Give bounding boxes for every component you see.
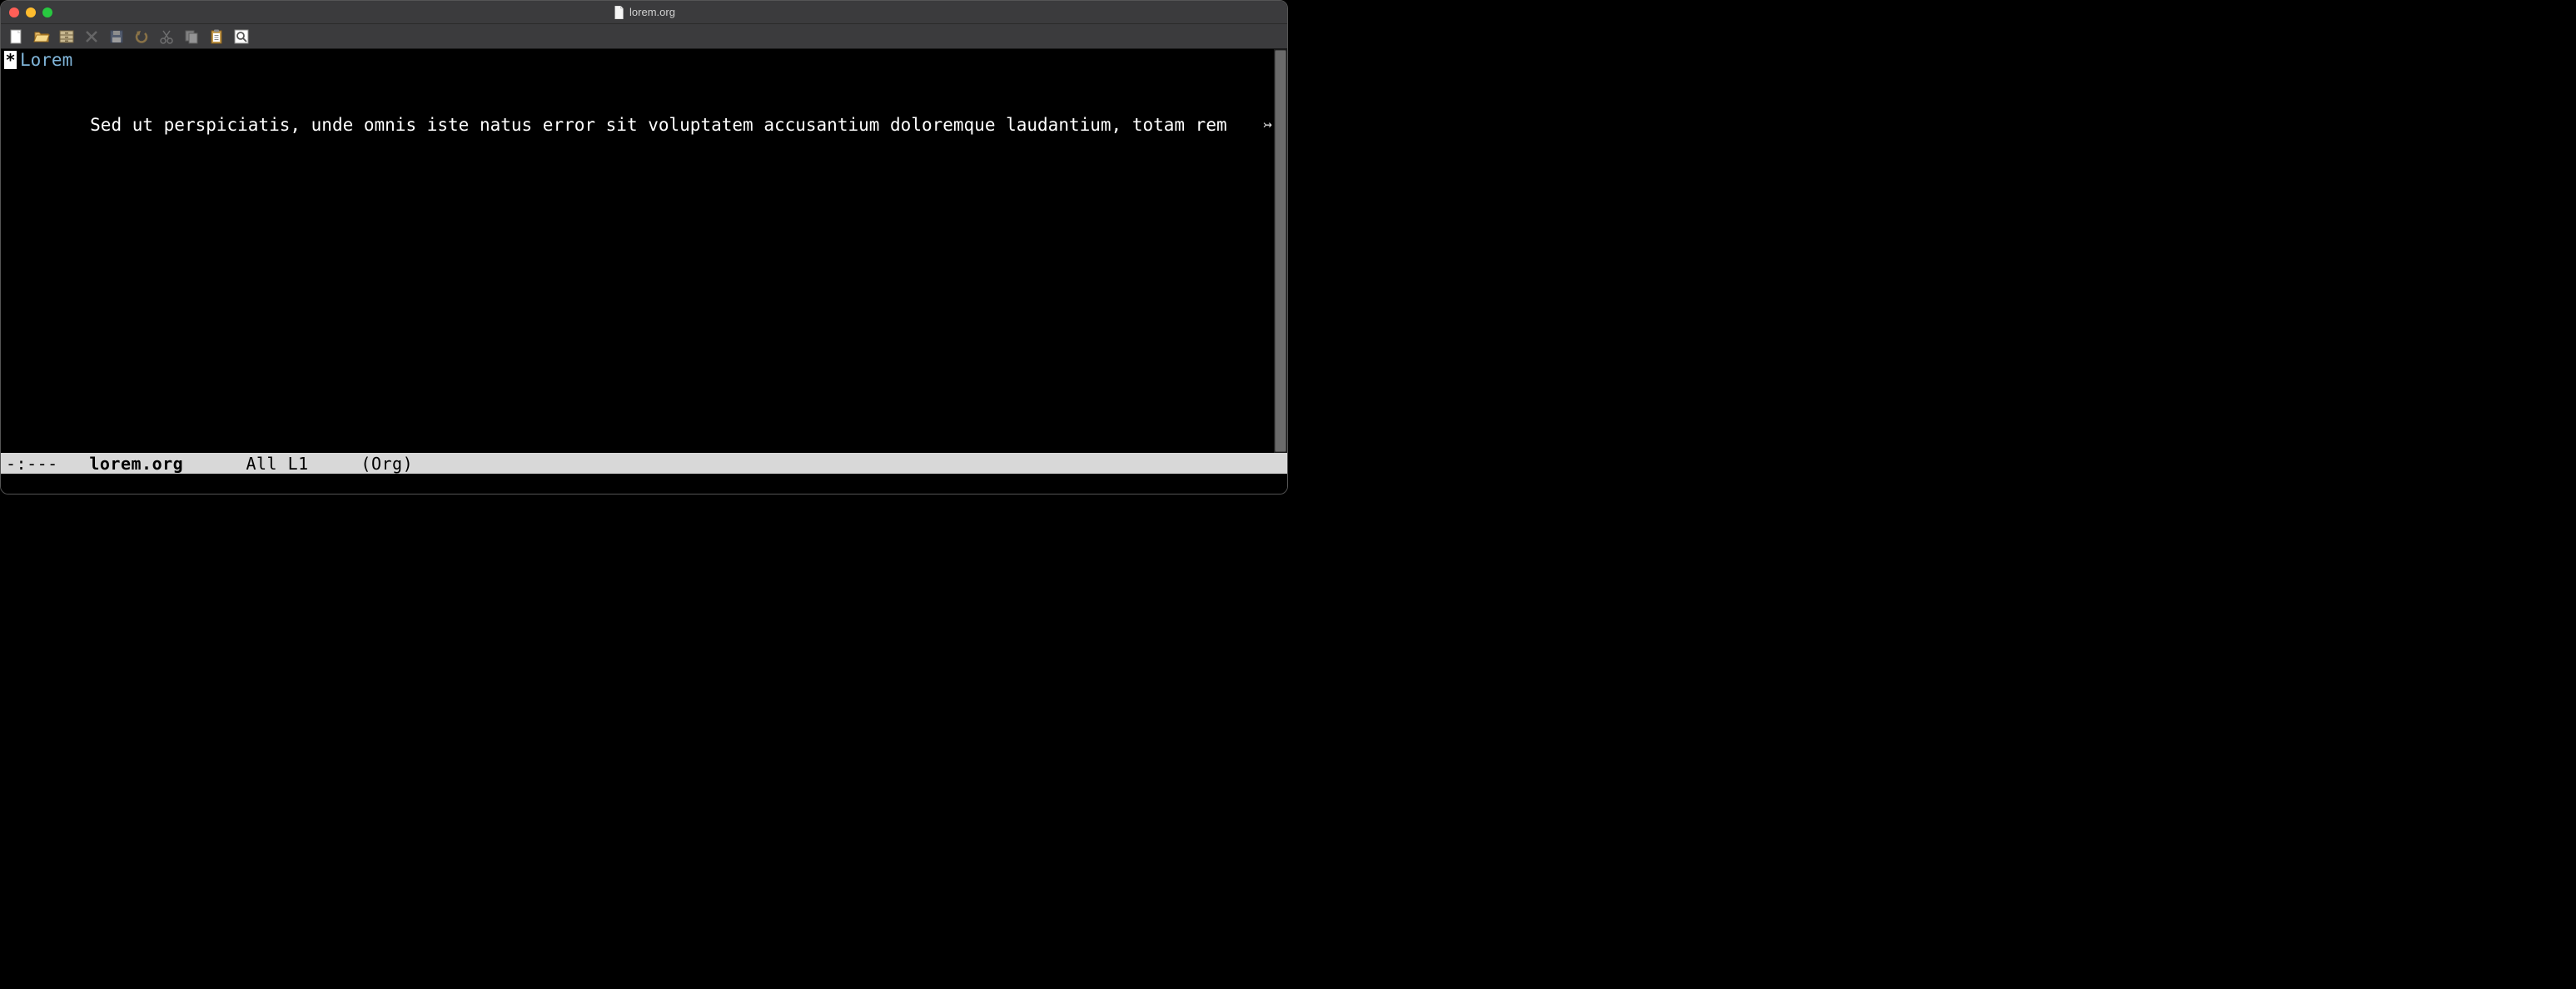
modeline-mode: (Org) <box>340 454 413 474</box>
undo-icon <box>133 28 150 45</box>
save-icon <box>108 28 125 45</box>
paste-button[interactable] <box>207 27 226 46</box>
close-icon <box>83 28 100 45</box>
echo-area[interactable] <box>1 474 1287 494</box>
org-heading-text: Lorem <box>20 49 72 71</box>
copy-icon <box>183 28 200 45</box>
titlebar: lorem.org <box>1 1 1287 24</box>
window-title-text: lorem.org <box>629 6 675 18</box>
body-text: Sed ut perspiciatis, unde omnis iste nat… <box>90 115 1226 135</box>
open-folder-icon <box>33 28 50 45</box>
toolbar <box>1 24 1287 49</box>
modeline-status: -:--- <box>6 454 68 474</box>
search-button[interactable] <box>232 27 251 46</box>
dired-button[interactable] <box>57 27 76 46</box>
org-heading-star: * <box>4 51 17 69</box>
window-controls <box>9 7 52 17</box>
scrollbar[interactable] <box>1274 49 1287 453</box>
emacs-window: lorem.org <box>0 0 1288 494</box>
maximize-window-button[interactable] <box>42 7 52 17</box>
close-buffer-button[interactable] <box>82 27 101 46</box>
editor-wrap: * Lorem Sed ut perspiciatis, unde omnis … <box>1 49 1287 453</box>
blank-line <box>1 71 1274 92</box>
paste-icon <box>208 28 225 45</box>
text-editor[interactable]: * Lorem Sed ut perspiciatis, unde omnis … <box>1 49 1274 453</box>
body-line: Sed ut perspiciatis, unde omnis iste nat… <box>1 92 1274 157</box>
org-heading-line: * Lorem <box>1 49 1274 71</box>
copy-button[interactable] <box>182 27 201 46</box>
scrollbar-thumb[interactable] <box>1275 50 1286 452</box>
drawer-icon <box>58 28 75 45</box>
open-file-button[interactable] <box>32 27 51 46</box>
file-icon <box>613 6 624 19</box>
window-title: lorem.org <box>613 6 675 19</box>
new-file-icon <box>8 28 25 45</box>
search-icon <box>233 28 250 45</box>
modeline-position: All L1 <box>215 454 341 474</box>
undo-button[interactable] <box>132 27 151 46</box>
modeline[interactable]: -:--- lorem.org All L1 (Org) <box>1 453 1287 474</box>
close-window-button[interactable] <box>9 7 19 17</box>
new-file-button[interactable] <box>7 27 26 46</box>
cut-button[interactable] <box>157 27 176 46</box>
cut-icon <box>158 28 175 45</box>
truncation-indicator-icon: ↣ <box>1263 114 1272 136</box>
modeline-buffer-name: lorem.org <box>68 454 215 474</box>
minimize-window-button[interactable] <box>26 7 36 17</box>
save-button[interactable] <box>107 27 126 46</box>
